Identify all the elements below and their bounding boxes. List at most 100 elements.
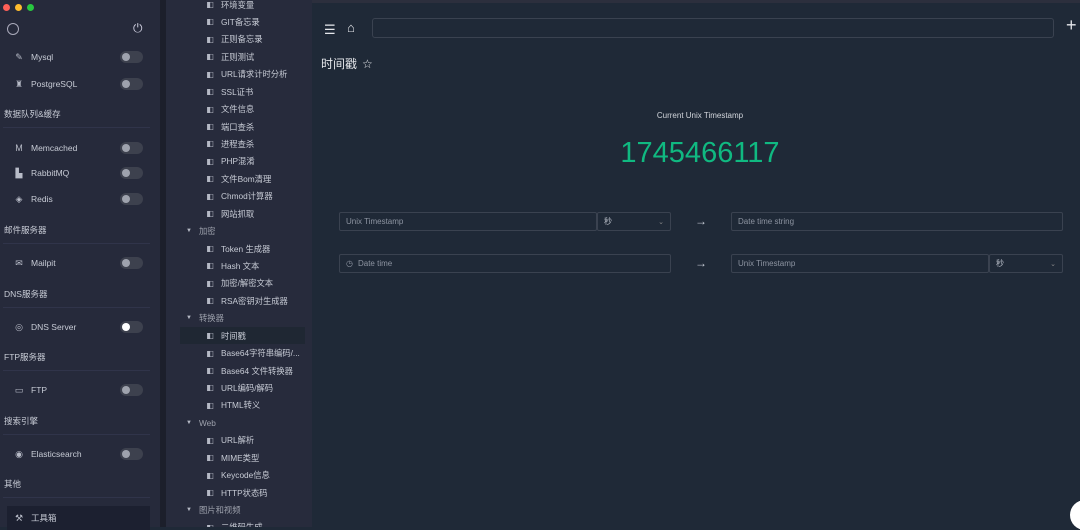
tool-item[interactable]: ◧ 文件信息 (180, 101, 305, 118)
placeholder: Unix Timestamp (346, 217, 404, 226)
tool-label: 加密/解密文本 (221, 278, 274, 289)
tool-icon: ◧ (206, 366, 214, 376)
search-input[interactable] (372, 18, 1054, 38)
home-icon[interactable]: ⌂ (347, 20, 355, 35)
section-header: DNS服务器 (4, 289, 48, 299)
tool-item[interactable]: ◧ HTTP状态码 (180, 484, 305, 501)
tool-item[interactable]: ◧ 文件Bom清理 (180, 170, 305, 187)
tool-item[interactable]: ◧ SSL证书 (180, 83, 305, 100)
menu-icon[interactable]: ☰ (324, 22, 336, 38)
tool-group[interactable]: ▼ 转换器 (180, 310, 305, 327)
tool-item[interactable]: ◧ PHP混淆 (180, 153, 305, 170)
tool-label: 进程查杀 (221, 138, 255, 149)
tool-label: 网站抓取 (221, 208, 255, 219)
tool-item[interactable]: ◧ Chmod计算器 (180, 188, 305, 205)
tool-item[interactable]: ◧ URL编码/解码 (180, 379, 305, 396)
minimize-button[interactable] (15, 4, 22, 11)
tool-label: URL解析 (221, 435, 255, 446)
tool-icon: ◧ (206, 69, 214, 79)
tool-item[interactable]: ◧ Hash 文本 (180, 257, 305, 274)
tool-label: 文件信息 (221, 104, 255, 115)
service-item: ✎ Mysql (0, 47, 160, 67)
service-toggle[interactable] (120, 78, 143, 90)
tool-item[interactable]: ◧ Keycode信息 (180, 467, 305, 484)
tool-label: HTML转义 (221, 400, 261, 411)
unix-timestamp-input[interactable]: Unix Timestamp (339, 212, 597, 231)
add-icon[interactable]: + (1066, 15, 1077, 36)
dns-icon: ◎ (15, 321, 23, 332)
tool-label: 时间戳 (221, 330, 246, 341)
redis-icon: ◈ (15, 193, 23, 204)
tool-item[interactable]: ◧ 时间戳 (180, 327, 305, 345)
tool-item[interactable]: ◧ 二维码生成 (180, 519, 305, 527)
service-toggle[interactable] (120, 448, 143, 460)
current-timestamp-label: Current Unix Timestamp (656, 111, 744, 120)
service-item: ▙ RabbitMQ (0, 163, 160, 183)
tool-label: GIT备忘录 (221, 16, 260, 27)
tool-item[interactable]: ◧ 进程查杀 (180, 135, 305, 152)
tool-item[interactable]: ◧ 网站抓取 (180, 205, 305, 222)
power-icon[interactable]: ⏻ (133, 21, 143, 36)
window-controls (3, 4, 34, 11)
unit-select[interactable]: 秒 ⌄ (597, 212, 671, 231)
tool-label: Hash 文本 (221, 260, 260, 271)
tool-item[interactable]: ◧ URL请求计时分析 (180, 66, 305, 83)
tool-item[interactable]: ◧ MIME类型 (180, 449, 305, 466)
unix-timestamp-output[interactable]: Unix Timestamp (731, 254, 989, 273)
tool-icon: ◧ (206, 87, 214, 97)
tool-icon: ◧ (206, 191, 214, 201)
service-toggle[interactable] (120, 51, 143, 63)
tool-icon: ◧ (206, 34, 214, 44)
service-toggle[interactable] (120, 193, 143, 205)
tool-item[interactable]: ◧ RSA密钥对生成器 (180, 292, 305, 309)
star-icon[interactable]: ☆ (362, 57, 373, 71)
tool-item[interactable]: ◧ Token 生成器 (180, 240, 305, 257)
section-header: 邮件服务器 (4, 225, 47, 235)
section-header: 搜索引擎 (4, 416, 39, 426)
tool-item[interactable]: ◧ 正则备忘录 (180, 31, 305, 48)
caret-down-icon: ▼ (186, 228, 192, 235)
tool-label: Base64字符串编码/... (221, 348, 300, 359)
tool-item[interactable]: ◧ 端口查杀 (180, 118, 305, 135)
section-header: FTP服务器 (4, 352, 46, 362)
tool-group[interactable]: ▼ 加密 (180, 223, 305, 240)
memcached-icon: M (15, 143, 23, 153)
maximize-button[interactable] (27, 4, 34, 11)
service-item: ◉ Elasticsearch (0, 444, 160, 464)
tool-item[interactable]: ◧ Base64字符串编码/... (180, 345, 305, 362)
clock-icon[interactable] (7, 23, 19, 35)
tool-item[interactable]: ◧ GIT备忘录 (180, 13, 305, 30)
tool-group[interactable]: ▼ Web (180, 414, 305, 431)
section-divider (3, 497, 150, 498)
tool-group[interactable]: ▼ 图片和视频 (180, 501, 305, 518)
date-time-string-output[interactable]: Date time string (731, 212, 1063, 231)
section-divider (3, 243, 150, 244)
caret-down-icon: ▼ (186, 419, 192, 426)
service-toggle[interactable] (120, 257, 143, 269)
tool-icon: ◧ (206, 400, 214, 410)
close-button[interactable] (3, 4, 10, 11)
tool-item[interactable]: ◧ Base64 文件转换器 (180, 362, 305, 379)
service-label: Redis (31, 194, 53, 204)
sidebar-item-toolbox[interactable]: ⚒ 工具箱 (7, 506, 150, 530)
unit-select[interactable]: 秒 ⌄ (989, 254, 1063, 273)
tool-item[interactable]: ◧ URL解析 (180, 432, 305, 449)
tool-item[interactable]: ◧ 环境变量 (180, 0, 305, 13)
tool-icon: ◧ (204, 523, 216, 527)
service-toggle[interactable] (120, 384, 143, 396)
tool-icon: ◧ (206, 209, 214, 219)
tool-label: Web (199, 417, 216, 428)
tool-item[interactable]: ◧ 加密/解密文本 (180, 275, 305, 292)
date-time-input[interactable]: ◷ Date time (339, 254, 671, 273)
service-toggle[interactable] (120, 142, 143, 154)
placeholder: Unix Timestamp (738, 259, 796, 268)
tool-label: PHP混淆 (221, 156, 255, 167)
tool-item[interactable]: ◧ 正则测试 (180, 48, 305, 65)
tool-item[interactable]: ◧ HTML转义 (180, 397, 305, 414)
chevron-down-icon: ⌄ (1050, 260, 1056, 268)
tool-icon: ◧ (206, 435, 214, 445)
service-toggle[interactable] (120, 321, 143, 333)
floating-button[interactable] (1070, 500, 1080, 530)
service-toggle[interactable] (120, 167, 143, 179)
main-panel: ☰ ⌂ + 时间戳 ☆ Current Unix Timestamp 17454… (312, 0, 1080, 530)
